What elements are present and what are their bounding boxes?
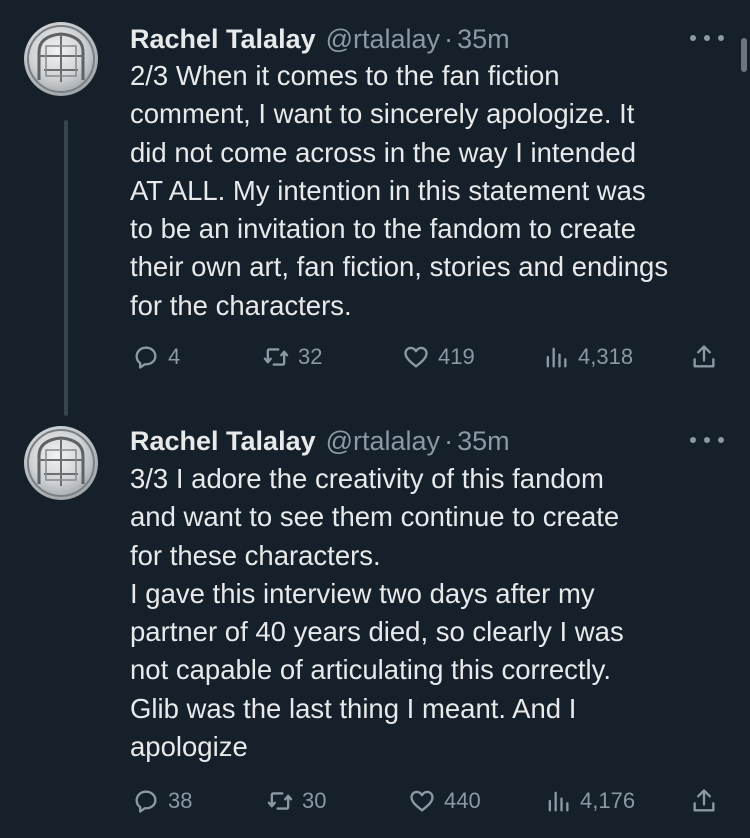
tweet-text-line: 3/3 I adore the creativity of this fando…	[130, 463, 604, 494]
tweet-text-line: 2/3 When it comes to the fan fiction	[130, 60, 560, 91]
tweet-text-line: partner of 40 years died, so clearly I w…	[130, 616, 624, 648]
reply-button[interactable]: 38	[132, 786, 192, 816]
reply-button[interactable]: 4	[132, 342, 180, 372]
retweet-button[interactable]: 30	[266, 786, 326, 816]
tweet-actions: 38 30 440 4,176	[130, 786, 730, 816]
tweet-text-line: to be an invitation to the fandom to cre…	[130, 213, 637, 245]
views-icon	[548, 791, 569, 812]
tweet-text: 2/3 When it comes to the fan fiction com…	[130, 57, 730, 325]
separator-dot: ·	[444, 425, 454, 456]
avatar[interactable]	[24, 22, 98, 96]
retweet-icon	[267, 792, 293, 810]
tweet-text-line: apologize	[130, 731, 248, 763]
tweet-text-line: Glib was the last thing I meant. And I	[130, 692, 577, 724]
tweet-header: Rachel Talalay @rtalalay · 35m	[130, 22, 510, 56]
retweet-button[interactable]: 32	[262, 342, 322, 372]
retweet-icon	[263, 348, 289, 366]
avatar[interactable]	[24, 426, 98, 500]
display-name[interactable]: Rachel Talalay	[130, 426, 316, 457]
avatar-image	[27, 429, 95, 497]
tweet-text-line: for these characters.	[130, 539, 381, 571]
tweet-text-line: for the characters.	[130, 289, 352, 321]
tweet-actions: 4 32 419 4,318	[130, 342, 730, 372]
tweet-text: 3/3 I adore the creativity of this fando…	[130, 460, 730, 766]
user-handle[interactable]: @rtalalay	[326, 24, 440, 55]
tweet-text-line: their own art, fan fiction, stories and …	[130, 251, 669, 283]
retweet-count: 32	[298, 344, 323, 369]
timeline: Rachel Talalay @rtalalay · 35m 2/3 When …	[0, 0, 750, 838]
views-button[interactable]: 4,318	[542, 342, 633, 372]
reply-icon	[135, 346, 157, 369]
timestamp[interactable]: 35m	[457, 24, 510, 55]
tweet-text-line: not capable of articulating this correct…	[130, 654, 611, 686]
user-handle[interactable]: @rtalalay	[326, 426, 440, 457]
reply-count: 4	[168, 344, 181, 369]
share-button[interactable]	[690, 342, 718, 372]
views-button[interactable]: 4,176	[544, 786, 635, 816]
tweet-text-line: AT ALL. My intention in this statement w…	[130, 174, 646, 206]
reply-count: 38	[168, 788, 193, 813]
more-icon[interactable]	[690, 28, 724, 48]
view-count: 4,318	[578, 344, 634, 369]
like-button[interactable]: 419	[402, 342, 475, 372]
heart-icon	[410, 790, 434, 812]
tweet[interactable]: Rachel Talalay @rtalalay · 35m 2/3 When …	[0, 0, 750, 420]
view-count: 4,176	[580, 788, 636, 813]
display-name[interactable]: Rachel Talalay	[130, 24, 316, 55]
reply-icon	[135, 790, 157, 813]
share-icon	[693, 345, 715, 368]
share-icon	[693, 789, 715, 812]
heart-icon	[404, 346, 428, 368]
like-button[interactable]: 440	[408, 786, 481, 816]
views-icon	[546, 347, 567, 368]
retweet-count: 30	[302, 788, 327, 813]
timestamp[interactable]: 35m	[457, 426, 510, 457]
share-button[interactable]	[690, 786, 718, 816]
separator-dot: ·	[444, 23, 454, 54]
tweet-header: Rachel Talalay @rtalalay · 35m	[130, 424, 510, 458]
tweet-text-line: comment, I want to sincerely apologize. …	[130, 98, 635, 130]
tweet[interactable]: Rachel Talalay @rtalalay · 35m 3/3 I ado…	[0, 420, 750, 838]
tweet-text-line: I gave this interview two days after my	[130, 577, 595, 609]
like-count: 440	[444, 788, 481, 813]
more-icon[interactable]	[690, 430, 724, 450]
tweet-text-line: did not come across in the way I intende…	[130, 136, 636, 168]
like-count: 419	[438, 344, 475, 369]
tweet-text-line: and want to see them continue to create	[130, 501, 620, 533]
avatar-image	[27, 25, 95, 93]
